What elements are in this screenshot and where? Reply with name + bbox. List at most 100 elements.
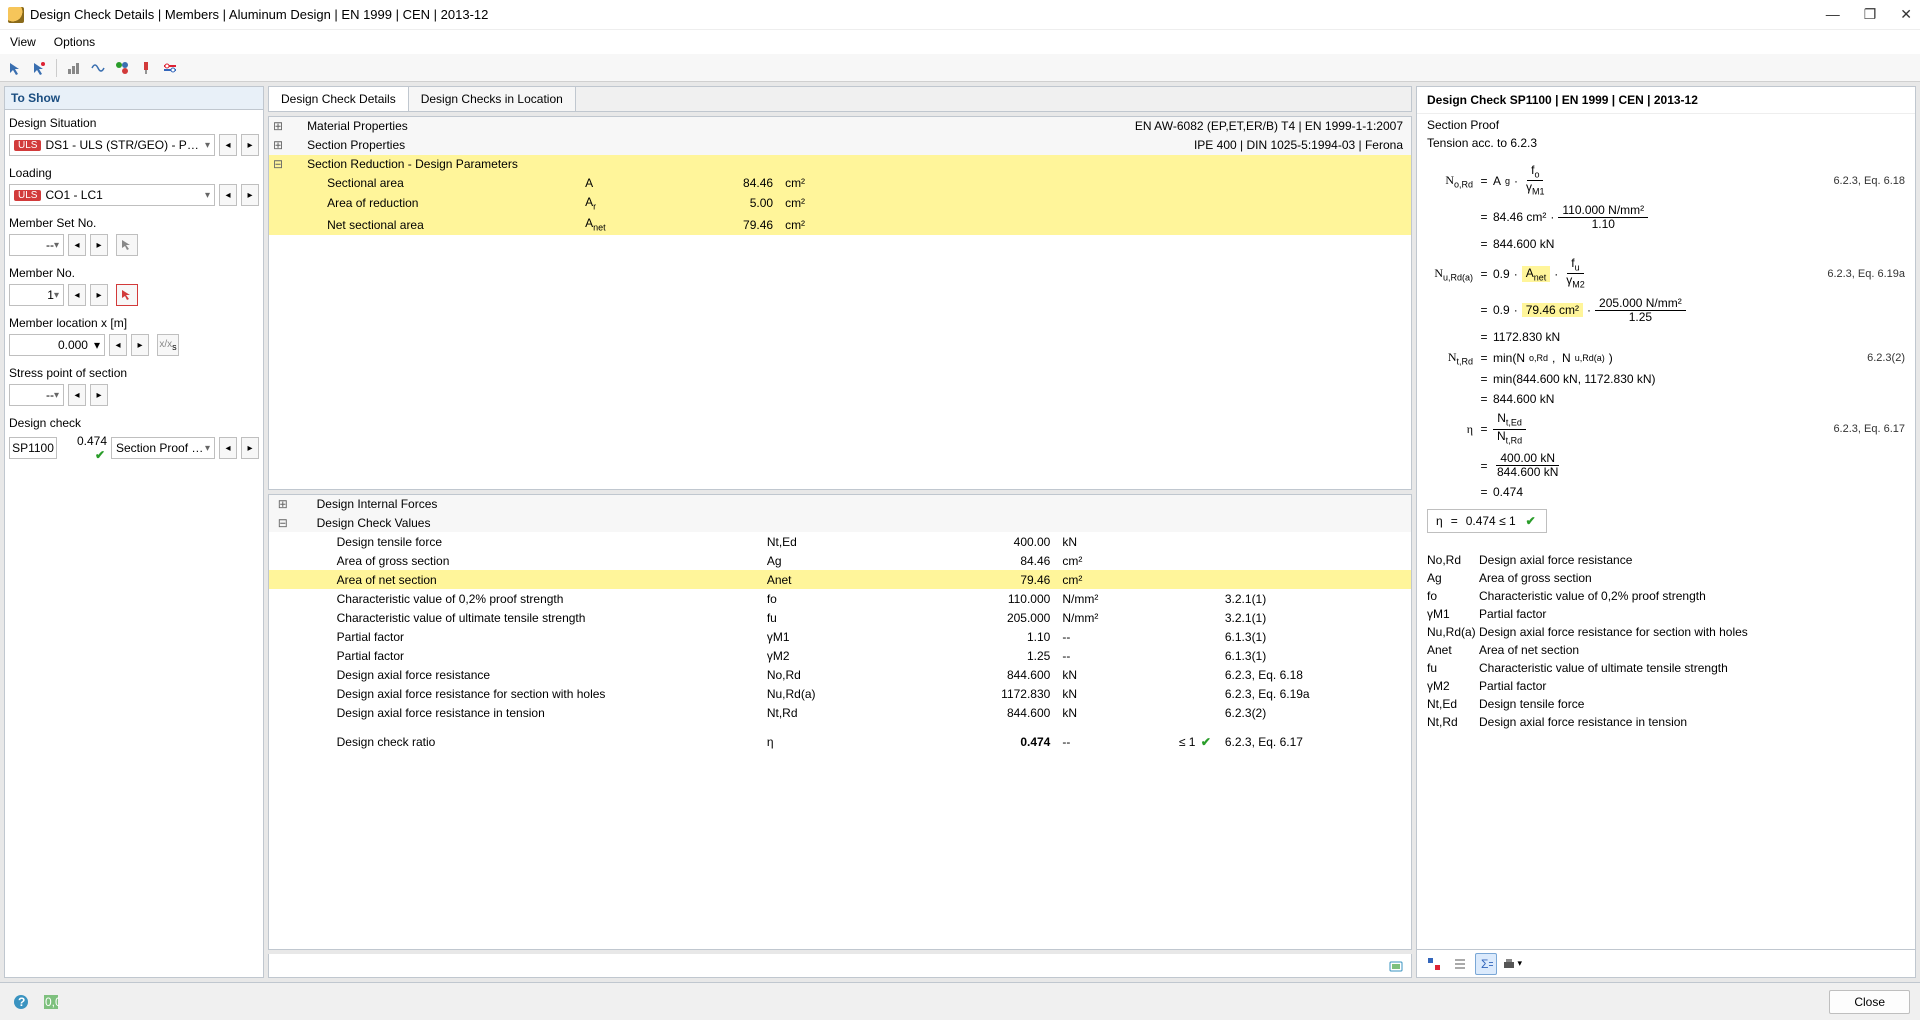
designcheck-label: Design check xyxy=(9,416,259,430)
expand-icon[interactable]: ⊞ xyxy=(269,136,289,155)
memberloc-next-button[interactable]: ▸ xyxy=(131,334,149,356)
situation-next-button[interactable]: ▸ xyxy=(241,134,259,156)
legend-row: No,RdDesign axial force resistance xyxy=(1427,553,1905,567)
tool-select-icon[interactable] xyxy=(4,57,26,79)
rp-tool-print-icon[interactable]: ▾ xyxy=(1501,953,1523,975)
tool-settings-icon[interactable] xyxy=(159,57,181,79)
tool-select-alt-icon[interactable] xyxy=(28,57,50,79)
legend: No,RdDesign axial force resistance AgArea… xyxy=(1427,553,1905,729)
loading-prev-button[interactable]: ◂ xyxy=(219,184,237,206)
lower-grid: ⊞Design Internal Forces ⊟Design Check Va… xyxy=(268,494,1412,950)
expand-icon[interactable]: ⊞ xyxy=(269,495,299,514)
chevron-down-icon: ▾ xyxy=(205,190,210,201)
situation-prev-button[interactable]: ◂ xyxy=(219,134,237,156)
tool-connections-icon[interactable] xyxy=(111,57,133,79)
stresspt-label: Stress point of section xyxy=(9,366,259,380)
memberset-prev-button[interactable]: ◂ xyxy=(68,234,86,256)
check-icon: ✔ xyxy=(95,448,105,462)
maximize-button[interactable]: ❐ xyxy=(1864,6,1877,23)
chevron-down-icon: ▾ xyxy=(205,140,210,151)
right-panel-sub2: Tension acc. to 6.2.3 xyxy=(1417,132,1915,156)
legend-row: γM1Partial factor xyxy=(1427,607,1905,621)
tabs: Design Check Details Design Checks in Lo… xyxy=(268,86,1412,112)
legend-row: γM2Partial factor xyxy=(1427,679,1905,693)
stresspt-combo[interactable]: -- ▾ xyxy=(9,384,64,406)
collapse-icon[interactable]: ⊟ xyxy=(269,513,299,532)
result-box: η=0.474 ≤ 1✔ xyxy=(1427,509,1547,533)
table-row: Area of gross sectionAg84.46cm² xyxy=(269,551,1411,570)
tool-pin-icon[interactable] xyxy=(135,57,157,79)
legend-row: fuCharacteristic value of ultimate tensi… xyxy=(1427,661,1905,675)
stresspt-next-button[interactable]: ▸ xyxy=(90,384,108,406)
ratio-row: Design check ratioη0.474--≤ 1 ✔6.2.3, Eq… xyxy=(269,732,1411,751)
memberset-combo[interactable]: -- ▾ xyxy=(9,234,64,256)
memberno-combo[interactable]: 1 ▾ xyxy=(9,284,64,306)
rp-tool-formula-icon[interactable]: Σ= xyxy=(1475,953,1497,975)
decimals-icon[interactable]: 0,00 xyxy=(40,991,62,1013)
chevron-down-icon: ▾ xyxy=(54,290,59,301)
memberloc-prev-button[interactable]: ◂ xyxy=(109,334,127,356)
memberno-next-button[interactable]: ▸ xyxy=(90,284,108,306)
menu-view[interactable]: View xyxy=(10,35,36,49)
help-icon[interactable]: ? xyxy=(10,991,32,1013)
tab-details[interactable]: Design Check Details xyxy=(269,87,409,111)
svg-text:?: ? xyxy=(18,995,25,1009)
rp-tool1-icon[interactable] xyxy=(1423,953,1445,975)
memberset-pick-button[interactable] xyxy=(116,234,138,256)
designcheck-prev-button[interactable]: ◂ xyxy=(219,437,237,459)
tool-formula-icon[interactable] xyxy=(87,57,109,79)
table-row: Area of net sectionAnet79.46cm² xyxy=(269,570,1411,589)
design-situation-combo[interactable]: ULS DS1 - ULS (STR/GEO) - Permane... ▾ xyxy=(9,134,215,156)
legend-row: Nt,RdDesign axial force resistance in te… xyxy=(1427,715,1905,729)
legend-row: Nt,EdDesign tensile force xyxy=(1427,697,1905,711)
chevron-down-icon: ▾ xyxy=(205,443,210,454)
legend-row: AnetArea of net section xyxy=(1427,643,1905,657)
designcheck-ratio: 0.474 xyxy=(77,434,107,448)
chevron-down-icon: ▾ xyxy=(54,390,59,401)
memberset-next-button[interactable]: ▸ xyxy=(90,234,108,256)
rp-tool-list-icon[interactable] xyxy=(1449,953,1471,975)
table-row: Characteristic value of 0,2% proof stren… xyxy=(269,589,1411,608)
toolbar xyxy=(0,54,1920,82)
memberloc-xxs-button[interactable]: x/xs xyxy=(157,334,179,356)
memberloc-label: Member location x [m] xyxy=(9,316,259,330)
midpanel-footer xyxy=(268,954,1412,978)
check-icon: ✔ xyxy=(1526,514,1536,528)
tab-location[interactable]: Design Checks in Location xyxy=(409,87,576,111)
close-window-button[interactable]: ✕ xyxy=(1900,6,1912,23)
titlebar: Design Check Details | Members | Aluminu… xyxy=(0,0,1920,30)
right-panel-header: Design Check SP1100 | EN 1999 | CEN | 20… xyxy=(1417,87,1915,114)
memberloc-value[interactable]: 0.000 xyxy=(58,338,88,352)
design-situation-label: Design Situation xyxy=(9,116,259,130)
table-row: Partial factorγM11.10--6.1.3(1) xyxy=(269,627,1411,646)
app-icon xyxy=(8,7,24,23)
legend-row: Nu,Rd(a)Design axial force resistance fo… xyxy=(1427,625,1905,639)
table-row: Characteristic value of ultimate tensile… xyxy=(269,608,1411,627)
right-panel-toolbar: Σ= ▾ xyxy=(1417,949,1915,977)
menu-options[interactable]: Options xyxy=(54,35,95,49)
loading-next-button[interactable]: ▸ xyxy=(241,184,259,206)
tool-chart-icon[interactable] xyxy=(63,57,85,79)
legend-row: AgArea of gross section xyxy=(1427,571,1905,585)
upper-grid: ⊞Material PropertiesEN AW-6082 (EP,ET,ER… xyxy=(268,116,1412,490)
memberno-prev-button[interactable]: ◂ xyxy=(68,284,86,306)
designcheck-next-button[interactable]: ▸ xyxy=(241,437,259,459)
expand-icon[interactable]: ⊞ xyxy=(269,117,289,136)
legend-row: foCharacteristic value of 0,2% proof str… xyxy=(1427,589,1905,603)
table-row: Design tensile forceNt,Ed400.00kN xyxy=(269,532,1411,551)
right-panel-sub1: Section Proof xyxy=(1417,114,1915,132)
chevron-down-icon: ▾ xyxy=(54,240,59,251)
close-button[interactable]: Close xyxy=(1829,990,1910,1014)
menubar: View Options xyxy=(0,30,1920,54)
table-row: Design axial force resistance in tension… xyxy=(269,703,1411,722)
memberno-pick-button[interactable] xyxy=(116,284,138,306)
collapse-icon[interactable]: ⊟ xyxy=(269,155,289,174)
screenshot-icon[interactable] xyxy=(1385,955,1407,977)
footer: ? 0,00 Close xyxy=(0,982,1920,1020)
stresspt-prev-button[interactable]: ◂ xyxy=(68,384,86,406)
minimize-button[interactable]: — xyxy=(1826,6,1840,23)
svg-text:Σ=: Σ= xyxy=(1481,957,1493,971)
left-panel-header: To Show xyxy=(5,87,263,110)
designcheck-combo[interactable]: Section Proof | Tens... ▾ xyxy=(111,437,215,459)
loading-combo[interactable]: ULS CO1 - LC1 ▾ xyxy=(9,184,215,206)
